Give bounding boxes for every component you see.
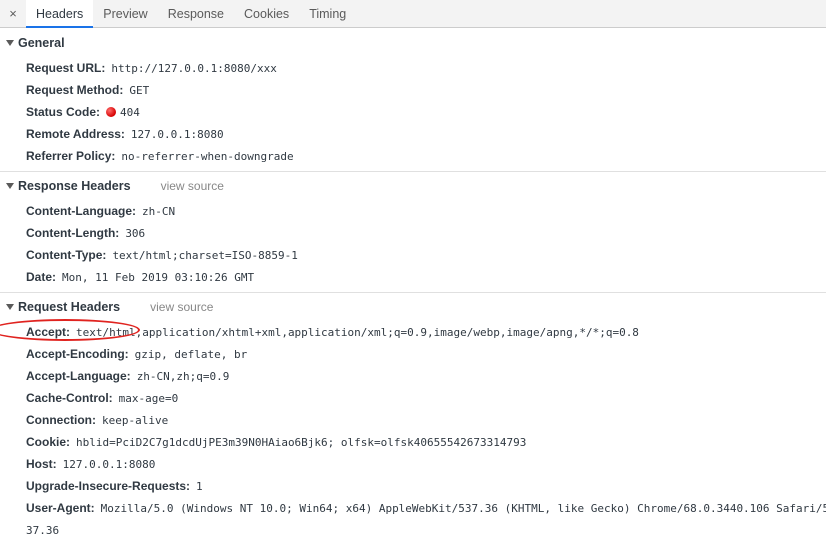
header-row: Host: 127.0.0.1:8080 (0, 453, 826, 475)
headers-panel: General Request URL: http://127.0.0.1:80… (0, 29, 826, 541)
tab-headers[interactable]: Headers (26, 0, 94, 28)
response-headers-section: Response Headers view source Content-Lan… (0, 172, 826, 293)
tab-cookies[interactable]: Cookies (234, 0, 299, 27)
header-key: Upgrade-Insecure-Requests: (26, 479, 191, 493)
header-row: Connection: keep-alive (0, 409, 826, 431)
header-row: Accept-Language: zh-CN,zh;q=0.9 (0, 365, 826, 387)
tab-timing[interactable]: Timing (299, 0, 356, 27)
request-headers-section: Request Headers view source Accept: text… (0, 293, 826, 541)
header-value: hblid=PciD2C7g1dcdUjPE3m39N0HAiao6Bjk6; … (76, 436, 527, 449)
header-key: Host: (26, 457, 57, 471)
header-key: Content-Type: (26, 248, 107, 262)
header-value: Mon, 11 Feb 2019 03:10:26 GMT (62, 271, 255, 284)
section-title: Response Headers (18, 179, 131, 193)
header-row-accept: Accept: text/html,application/xhtml+xml,… (0, 319, 826, 343)
close-icon[interactable]: × (0, 0, 26, 27)
header-key: Cookie: (26, 435, 71, 449)
header-value: 1 (196, 480, 203, 493)
header-key: Request URL: (26, 61, 106, 75)
header-value: 127.0.0.1:8080 (130, 128, 224, 141)
expand-triangle-icon[interactable] (6, 40, 14, 46)
header-row: Content-Length: 306 (0, 222, 826, 244)
header-row: Cookie: hblid=PciD2C7g1dcdUjPE3m39N0HAia… (0, 431, 826, 453)
tab-response[interactable]: Response (158, 0, 234, 27)
request-headers-section-header[interactable]: Request Headers view source (0, 293, 826, 321)
header-key: Content-Language: (26, 204, 136, 218)
header-row: User-Agent: Mozilla/5.0 (Windows NT 10.0… (0, 497, 826, 519)
general-section-header[interactable]: General (0, 29, 826, 57)
response-headers-section-header[interactable]: Response Headers view source (0, 172, 826, 200)
general-section: General Request URL: http://127.0.0.1:80… (0, 29, 826, 172)
header-value: Mozilla/5.0 (Windows NT 10.0; Win64; x64… (100, 502, 826, 515)
view-source-link[interactable]: view source (161, 179, 224, 193)
header-row: Content-Language: zh-CN (0, 200, 826, 222)
header-value: max-age=0 (118, 392, 179, 405)
expand-triangle-icon[interactable] (6, 183, 14, 189)
header-key: Accept: (26, 325, 71, 339)
section-title: General (18, 36, 65, 50)
status-error-icon (106, 107, 117, 117)
header-value: zh-CN (142, 205, 176, 218)
header-row: Accept-Encoding: gzip, deflate, br (0, 343, 826, 365)
header-value: text/html,application/xhtml+xml,applicat… (76, 326, 639, 339)
header-value-continuation: 37.36 (0, 519, 826, 541)
header-key: Cache-Control: (26, 391, 113, 405)
header-row: Remote Address: 127.0.0.1:8080 (0, 123, 826, 145)
header-value: no-referrer-when-downgrade (121, 150, 294, 163)
header-value: 37.36 (26, 524, 60, 537)
header-key: Status Code: (26, 105, 101, 119)
header-value: http://127.0.0.1:8080/xxx (111, 62, 277, 75)
header-key: Connection: (26, 413, 96, 427)
header-key: Referrer Policy: (26, 149, 116, 163)
header-row: Cache-Control: max-age=0 (0, 387, 826, 409)
expand-triangle-icon[interactable] (6, 304, 14, 310)
view-source-link[interactable]: view source (150, 300, 213, 314)
header-value: GET (129, 84, 150, 97)
header-row: Request Method: GET (0, 79, 826, 101)
header-value: gzip, deflate, br (134, 348, 248, 361)
header-value: 404 (120, 106, 140, 119)
header-key: Content-Length: (26, 226, 120, 240)
header-row: Status Code: 404 (0, 101, 826, 123)
header-key: Request Method: (26, 83, 124, 97)
header-key: Remote Address: (26, 127, 125, 141)
header-row: Upgrade-Insecure-Requests: 1 (0, 475, 826, 497)
header-value: 306 (125, 227, 146, 240)
header-row: Referrer Policy: no-referrer-when-downgr… (0, 145, 826, 167)
tab-preview[interactable]: Preview (93, 0, 157, 27)
section-title: Request Headers (18, 300, 121, 314)
header-row: Request URL: http://127.0.0.1:8080/xxx (0, 57, 826, 79)
header-key: Accept-Language: (26, 369, 131, 383)
header-value: keep-alive (102, 414, 169, 427)
header-value: zh-CN,zh;q=0.9 (136, 370, 230, 383)
devtools-tabbar: × Headers Preview Response Cookies Timin… (0, 0, 826, 28)
header-row: Date: Mon, 11 Feb 2019 03:10:26 GMT (0, 266, 826, 288)
header-row: Content-Type: text/html;charset=ISO-8859… (0, 244, 826, 266)
header-key: Accept-Encoding: (26, 347, 129, 361)
header-key: Date: (26, 270, 57, 284)
header-value: 127.0.0.1:8080 (62, 458, 156, 471)
header-key: User-Agent: (26, 501, 95, 515)
header-value: text/html;charset=ISO-8859-1 (112, 249, 298, 262)
